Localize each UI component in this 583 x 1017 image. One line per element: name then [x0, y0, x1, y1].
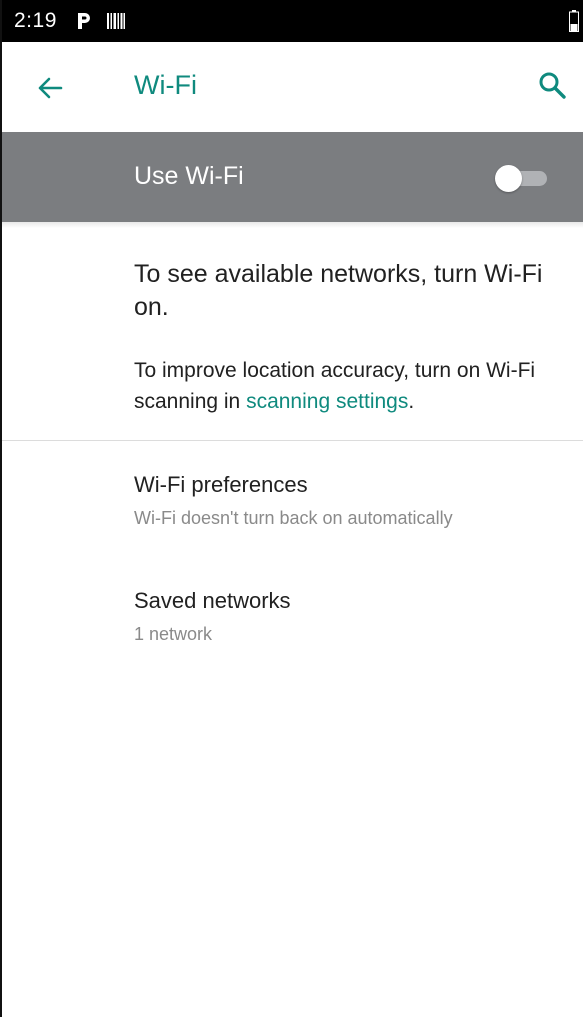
scanning-hint: To improve location accuracy, turn on Wi…: [134, 355, 574, 417]
scanning-hint-suffix: .: [408, 390, 415, 413]
battery-icon: [569, 10, 579, 32]
divider-shadow: [2, 222, 583, 228]
wifi-preferences-title: Wi-Fi preferences: [134, 472, 308, 497]
saved-networks-summary: 1 network: [134, 624, 213, 644]
wifi-toggle-switch[interactable]: [495, 165, 547, 192]
parking-p-icon: [77, 13, 90, 29]
wifi-preferences-item[interactable]: Wi-Fi preferences Wi-Fi doesn't turn bac…: [2, 472, 583, 572]
wifi-settings-screen: 2:19 Wi-Fi Use Wi-Fi To see available ne…: [0, 0, 583, 1017]
status-bar: 2:19: [2, 0, 583, 42]
app-bar: Wi-Fi: [2, 42, 583, 132]
wifi-off-message: To see available networks, turn Wi-Fi on…: [134, 260, 543, 321]
use-wifi-label: Use Wi-Fi: [134, 162, 244, 190]
scanning-settings-link[interactable]: scanning settings: [246, 390, 408, 413]
page-title: Wi-Fi: [134, 70, 197, 100]
wifi-preferences-summary: Wi-Fi doesn't turn back on automatically: [134, 508, 453, 528]
use-wifi-switch-bar[interactable]: Use Wi-Fi: [2, 132, 583, 222]
arrow-left-icon[interactable]: [36, 74, 64, 102]
barcode-icon: [106, 13, 125, 29]
status-time: 2:19: [14, 9, 57, 32]
saved-networks-title: Saved networks: [134, 588, 291, 613]
section-divider: [2, 440, 583, 441]
search-icon[interactable]: [537, 70, 567, 100]
saved-networks-item[interactable]: Saved networks 1 network: [2, 588, 583, 688]
toggle-thumb: [495, 165, 522, 192]
